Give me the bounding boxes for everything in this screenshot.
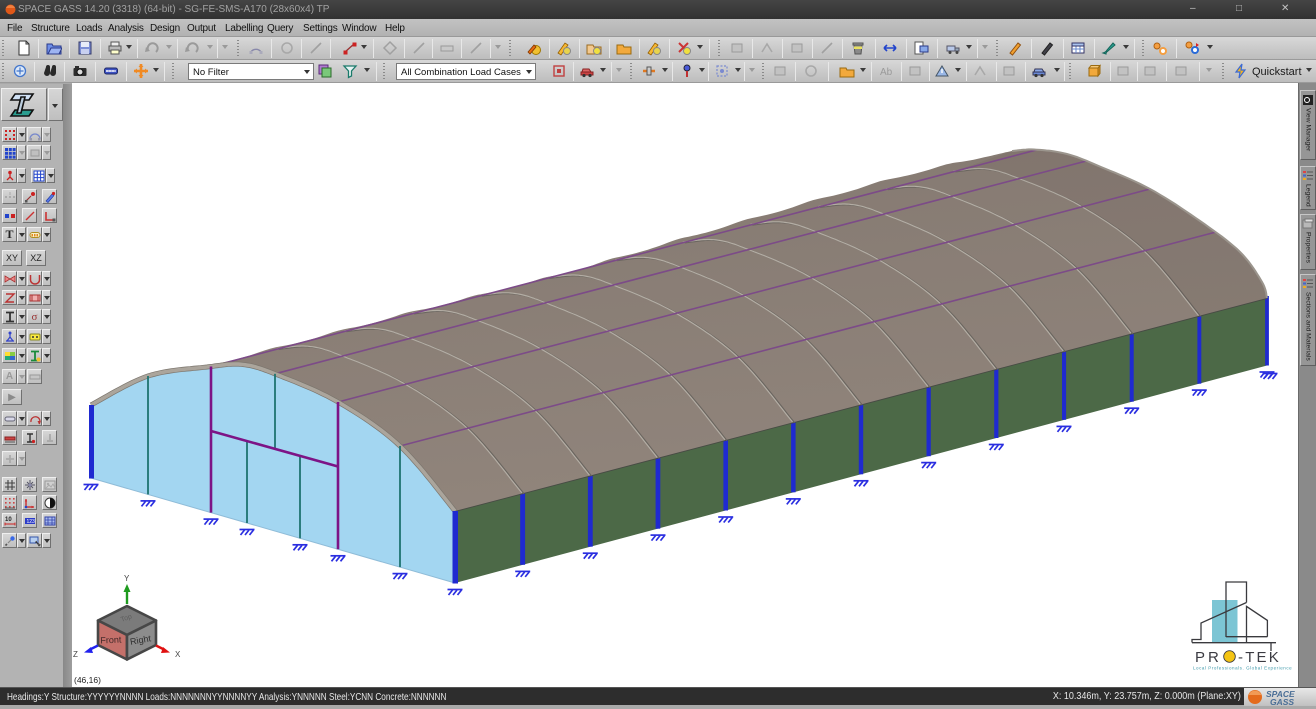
svg-text:PR: PR [1195,649,1222,666]
svg-text:Local Professionals. Global: Local Professionals. Global Experience [1193,666,1292,671]
svg-text:123: 123 [26,519,35,525]
svg-text:Z: Z [73,650,78,659]
svg-text:Front: Front [100,634,122,645]
svg-text:(46,16): (46,16) [74,675,101,685]
svg-text:X: X [175,650,181,659]
svg-text:Y: Y [124,574,130,583]
svg-text:-TEK: -TEK [1238,649,1281,666]
svg-text:Ab: Ab [880,67,893,78]
svg-text:10: 10 [5,517,12,523]
